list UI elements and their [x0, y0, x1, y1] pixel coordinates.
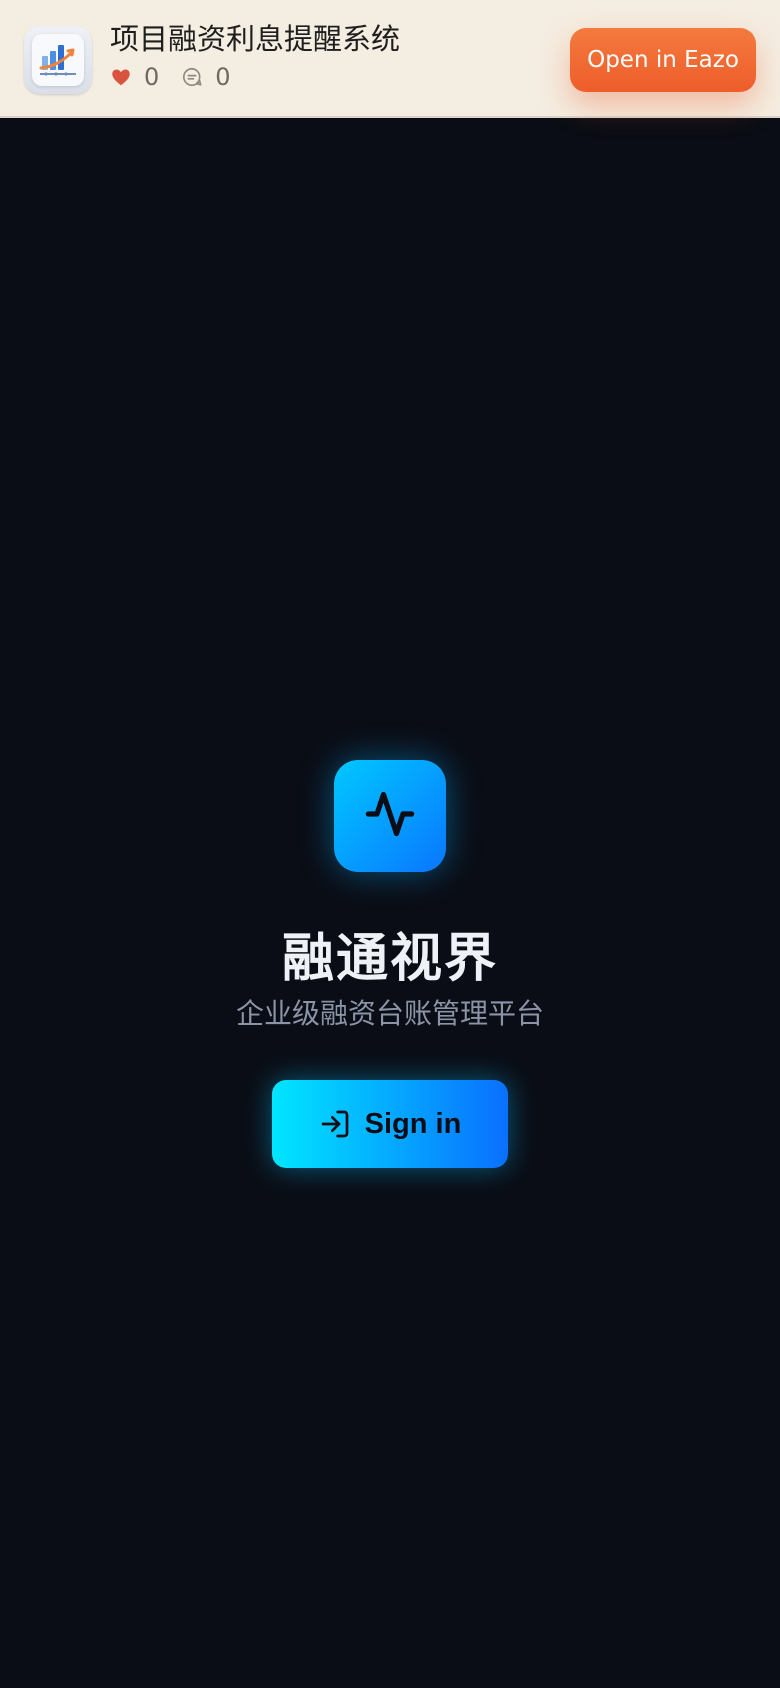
open-in-eazo-button[interactable]: Open in Eazo — [570, 28, 756, 92]
app-logo — [334, 760, 446, 872]
sign-in-button[interactable]: Sign in — [272, 1080, 508, 1168]
sign-in-label: Sign in — [364, 1107, 462, 1140]
brand-subtitle: 企业级融资台账管理平台 — [235, 997, 544, 1030]
app-stats: 0 0 — [110, 62, 231, 92]
brand-title: 融通视界 — [281, 929, 498, 989]
sign-in-arrow-icon — [319, 1108, 351, 1140]
likes-count: 0 — [144, 63, 160, 91]
activity-pulse-icon — [364, 788, 416, 844]
like-stat[interactable]: 0 — [110, 63, 159, 91]
comment-stat[interactable]: 0 — [181, 63, 231, 91]
chart-growth-icon[interactable] — [24, 26, 92, 94]
app-banner: 项目融资利息提醒系统 0 0 Open in Eazo — [0, 0, 780, 118]
heart-icon — [110, 66, 132, 88]
comments-count: 0 — [215, 63, 231, 91]
app-title: 项目融资利息提醒系统 — [110, 22, 401, 56]
chat-bubble-icon — [181, 66, 203, 88]
